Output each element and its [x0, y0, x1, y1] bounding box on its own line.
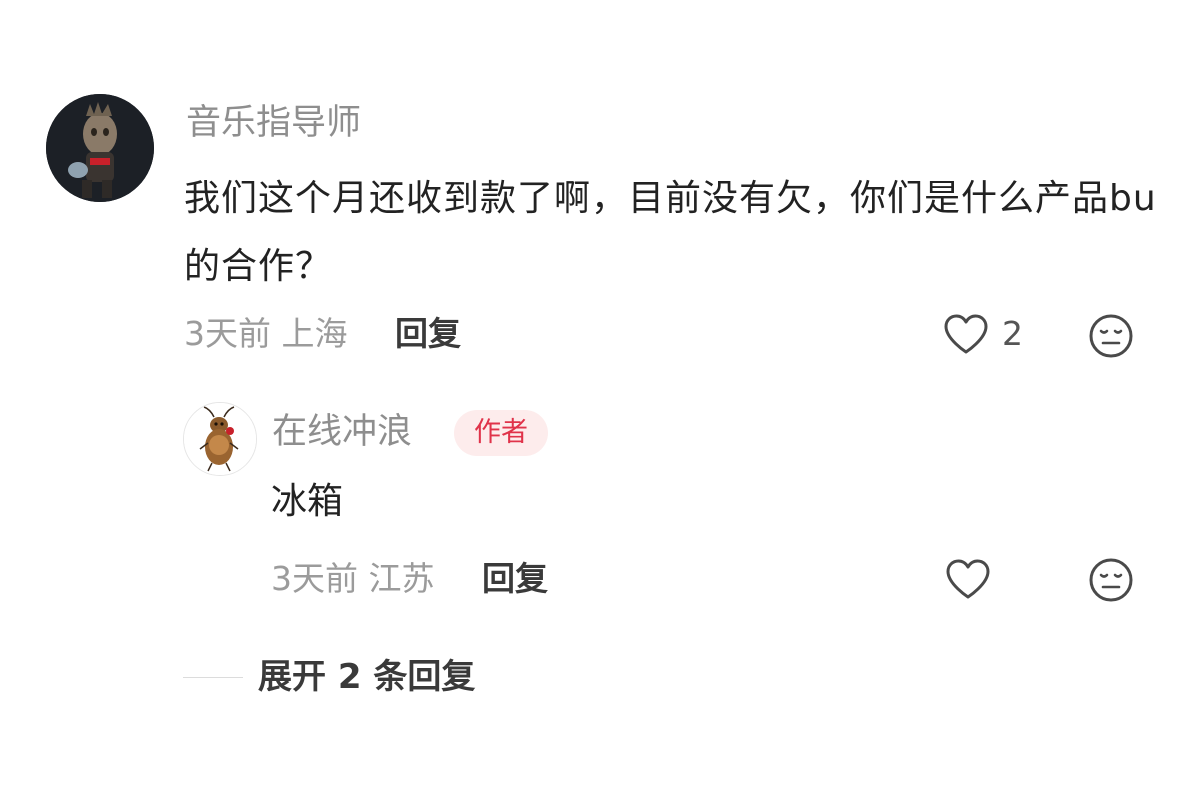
like-count: 2	[1002, 314, 1023, 353]
neutral-face-icon[interactable]	[1088, 557, 1134, 607]
comment-meta: 3天前 上海	[184, 314, 348, 353]
expand-divider	[183, 677, 243, 678]
cockroach-avatar-image	[184, 403, 256, 475]
reply-button[interactable]: 回复	[395, 312, 461, 356]
reply-meta: 3天前 江苏	[271, 559, 435, 598]
reply-avatar[interactable]	[183, 402, 257, 476]
comment-text: 我们这个月还收到款了啊，目前没有欠，你们是什么产品bu的合作？	[184, 178, 1157, 287]
avatar-image	[46, 94, 154, 202]
heart-outline-icon[interactable]	[943, 313, 989, 359]
avatar[interactable]	[46, 94, 154, 202]
heart-outline-icon[interactable]	[945, 558, 991, 604]
reply-reply-button[interactable]: 回复	[482, 557, 548, 601]
reply-text: 冰箱	[271, 481, 344, 522]
neutral-face-icon[interactable]	[1088, 313, 1134, 363]
reply-username[interactable]: 在线冲浪	[272, 409, 412, 455]
expand-replies-button[interactable]: 展开 2 条回复	[258, 655, 475, 699]
author-badge: 作者	[454, 410, 548, 456]
username[interactable]: 音乐指导师	[186, 100, 361, 146]
